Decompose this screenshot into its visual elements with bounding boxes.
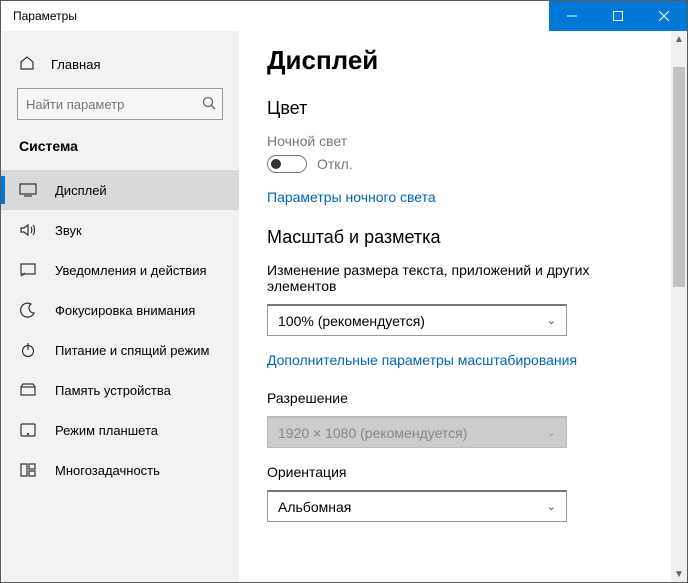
close-button[interactable]: [641, 1, 687, 31]
chevron-down-icon: ⌄: [547, 426, 556, 439]
night-light-state: Откл.: [317, 156, 353, 172]
page-title: Дисплей: [267, 45, 659, 76]
nav-label: Режим планшета: [55, 423, 158, 438]
chevron-down-icon: ⌄: [547, 500, 556, 513]
nav-item-notifications[interactable]: Уведомления и действия: [1, 250, 239, 290]
nav-item-storage[interactable]: Память устройства: [1, 370, 239, 410]
focus-icon: [19, 302, 37, 318]
scroll-up-icon[interactable]: ▲: [671, 31, 687, 47]
nav-label: Многозадачность: [55, 463, 160, 478]
scroll-down-icon[interactable]: ▼: [671, 566, 687, 582]
nav-item-power[interactable]: Питание и спящий режим: [1, 330, 239, 370]
nav-item-multitask[interactable]: Многозадачность: [1, 450, 239, 490]
nav-item-display[interactable]: Дисплей: [1, 170, 239, 210]
nav-item-sound[interactable]: Звук: [1, 210, 239, 250]
content-area: Дисплей Цвет Ночной свет Откл. Параметры…: [239, 31, 687, 582]
section-scale: Масштаб и разметка: [267, 227, 659, 248]
minimize-button[interactable]: [549, 1, 595, 31]
scale-dropdown[interactable]: 100% (рекомендуется) ⌄: [267, 304, 567, 336]
section-title: Система: [1, 138, 239, 170]
resolution-label: Разрешение: [267, 390, 659, 406]
nav-list: Дисплей Звук Уведомления и действия: [1, 170, 239, 490]
storage-icon: [19, 383, 37, 397]
orientation-dropdown[interactable]: Альбомная ⌄: [267, 490, 567, 522]
multitask-icon: [19, 463, 37, 477]
scale-label: Изменение размера текста, приложений и д…: [267, 262, 659, 294]
nav-item-focus[interactable]: Фокусировка внимания: [1, 290, 239, 330]
chevron-down-icon: ⌄: [547, 314, 556, 327]
titlebar: Параметры: [1, 1, 687, 31]
orientation-value: Альбомная: [278, 499, 351, 515]
home-link[interactable]: Главная: [1, 47, 239, 88]
nav-label: Память устройства: [55, 383, 171, 398]
notifications-icon: [19, 263, 37, 277]
night-light-toggle[interactable]: [267, 155, 307, 173]
advanced-scaling-link[interactable]: Дополнительные параметры масштабирования: [267, 352, 577, 368]
display-icon: [19, 183, 37, 197]
nav-label: Звук: [55, 223, 82, 238]
home-label: Главная: [51, 57, 100, 72]
window-controls: [549, 1, 687, 31]
sidebar: Главная Система Дисплей: [1, 31, 239, 582]
scale-value: 100% (рекомендуется): [278, 313, 425, 329]
nav-label: Питание и спящий режим: [55, 343, 209, 358]
search-icon: [202, 96, 216, 113]
window-title: Параметры: [1, 9, 549, 23]
nav-label: Дисплей: [55, 183, 107, 198]
nav-item-tablet[interactable]: Режим планшета: [1, 410, 239, 450]
resolution-dropdown[interactable]: 1920 × 1080 (рекомендуется) ⌄: [267, 416, 567, 448]
scrollbar[interactable]: ▲ ▼: [671, 31, 687, 582]
search-input[interactable]: [17, 88, 223, 120]
scroll-thumb[interactable]: [673, 67, 685, 287]
nav-label: Уведомления и действия: [55, 263, 207, 278]
night-light-label: Ночной свет: [267, 133, 659, 149]
nav-label: Фокусировка внимания: [55, 303, 195, 318]
power-icon: [19, 342, 37, 358]
night-light-settings-link[interactable]: Параметры ночного света: [267, 189, 436, 205]
section-color: Цвет: [267, 98, 659, 119]
orientation-label: Ориентация: [267, 464, 659, 480]
maximize-button[interactable]: [595, 1, 641, 31]
sound-icon: [19, 223, 37, 237]
search-field[interactable]: [26, 97, 202, 112]
tablet-icon: [19, 423, 37, 437]
home-icon: [19, 55, 35, 74]
resolution-value: 1920 × 1080 (рекомендуется): [278, 425, 467, 441]
